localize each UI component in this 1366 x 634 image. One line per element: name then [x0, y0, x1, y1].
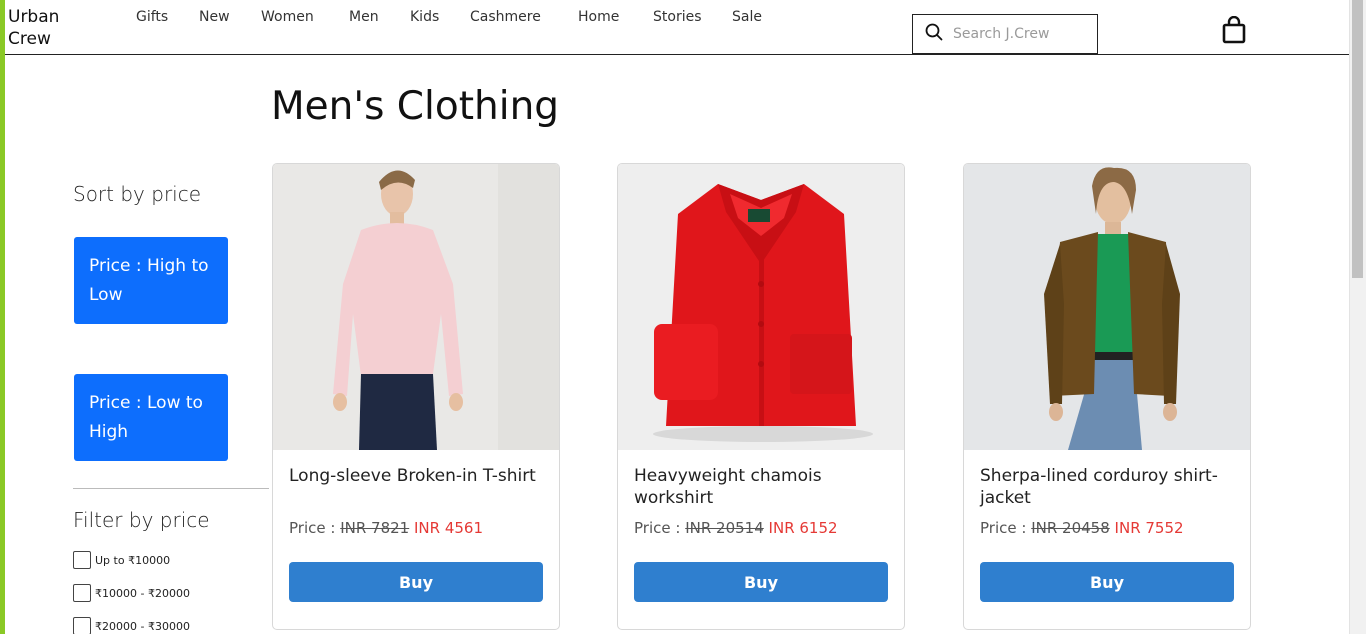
- original-price: INR 20514: [685, 519, 764, 537]
- page-title: Men's Clothing: [271, 84, 560, 129]
- shopping-bag-icon[interactable]: [1221, 15, 1247, 44]
- top-navbar: Urban Crew Gifts New Women Men Kids Cash…: [5, 0, 1349, 55]
- product-card: Sherpa-lined corduroy shirt-jacket Price…: [963, 163, 1251, 630]
- product-price: Price : INR 20514 INR 6152: [634, 519, 838, 537]
- sort-low-to-high-button[interactable]: Price : Low to High: [74, 374, 228, 461]
- search-input[interactable]: [953, 26, 1093, 42]
- buy-button[interactable]: Buy: [634, 562, 888, 602]
- nav-men[interactable]: Men: [349, 9, 410, 25]
- product-card: Heavyweight chamois workshirt Price : IN…: [617, 163, 905, 630]
- nav-new[interactable]: New: [199, 9, 261, 25]
- sale-price: INR 4561: [414, 519, 484, 537]
- nav-sale[interactable]: Sale: [732, 9, 772, 25]
- filter-option-3[interactable]: ₹20000 - ₹30000: [73, 617, 190, 634]
- window-edge: [0, 0, 5, 634]
- filter-checkbox[interactable]: [73, 617, 91, 634]
- product-price: Price : INR 20458 INR 7552: [980, 519, 1184, 537]
- brand-line-1: Urban: [8, 7, 60, 27]
- filter-option-label: Up to ₹10000: [95, 553, 171, 567]
- sort-heading: Sort by price: [73, 182, 202, 206]
- price-label: Price :: [980, 519, 1027, 537]
- brand-line-2: Crew: [8, 29, 51, 49]
- product-card: Long-sleeve Broken-in T-shirt Price : IN…: [272, 163, 560, 630]
- nav-stories[interactable]: Stories: [653, 9, 732, 25]
- sort-high-to-low-button[interactable]: Price : High to Low: [74, 237, 228, 324]
- sale-price: INR 6152: [768, 519, 838, 537]
- filter-heading: Filter by price: [73, 508, 210, 532]
- price-label: Price :: [289, 519, 336, 537]
- buy-button[interactable]: Buy: [980, 562, 1234, 602]
- nav-home[interactable]: Home: [578, 9, 653, 25]
- filter-option-label: ₹10000 - ₹20000: [95, 586, 190, 600]
- search-box[interactable]: [912, 14, 1098, 54]
- filter-checkbox[interactable]: [73, 551, 91, 569]
- brand-logo[interactable]: Urban Crew: [8, 6, 88, 50]
- nav-cashmere[interactable]: Cashmere: [470, 9, 578, 25]
- nav-gifts[interactable]: Gifts: [136, 9, 199, 25]
- product-price: Price : INR 7821 INR 4561: [289, 519, 483, 537]
- buy-button[interactable]: Buy: [289, 562, 543, 602]
- nav-links: Gifts New Women Men Kids Cashmere Home S…: [136, 9, 772, 25]
- filter-option-1[interactable]: Up to ₹10000: [73, 551, 170, 569]
- product-image-pink-tshirt[interactable]: [273, 164, 559, 450]
- original-price: INR 7821: [340, 519, 410, 537]
- filter-option-2[interactable]: ₹10000 - ₹20000: [73, 584, 190, 602]
- sidebar-divider: [73, 488, 269, 489]
- product-name[interactable]: Heavyweight chamois workshirt: [634, 465, 892, 509]
- search-icon: [925, 23, 943, 45]
- product-image-corduroy-jacket[interactable]: [964, 164, 1250, 450]
- filter-option-label: ₹20000 - ₹30000: [95, 619, 190, 633]
- product-name[interactable]: Long-sleeve Broken-in T-shirt: [289, 465, 547, 487]
- scrollbar-thumb[interactable]: [1352, 0, 1363, 278]
- price-label: Price :: [634, 519, 681, 537]
- product-image-red-workshirt[interactable]: [618, 164, 904, 450]
- nav-women[interactable]: Women: [261, 9, 349, 25]
- product-name[interactable]: Sherpa-lined corduroy shirt-jacket: [980, 465, 1238, 509]
- sale-price: INR 7552: [1114, 519, 1184, 537]
- original-price: INR 20458: [1031, 519, 1110, 537]
- filter-checkbox[interactable]: [73, 584, 91, 602]
- nav-kids[interactable]: Kids: [410, 9, 470, 25]
- scrollbar[interactable]: [1349, 0, 1366, 634]
